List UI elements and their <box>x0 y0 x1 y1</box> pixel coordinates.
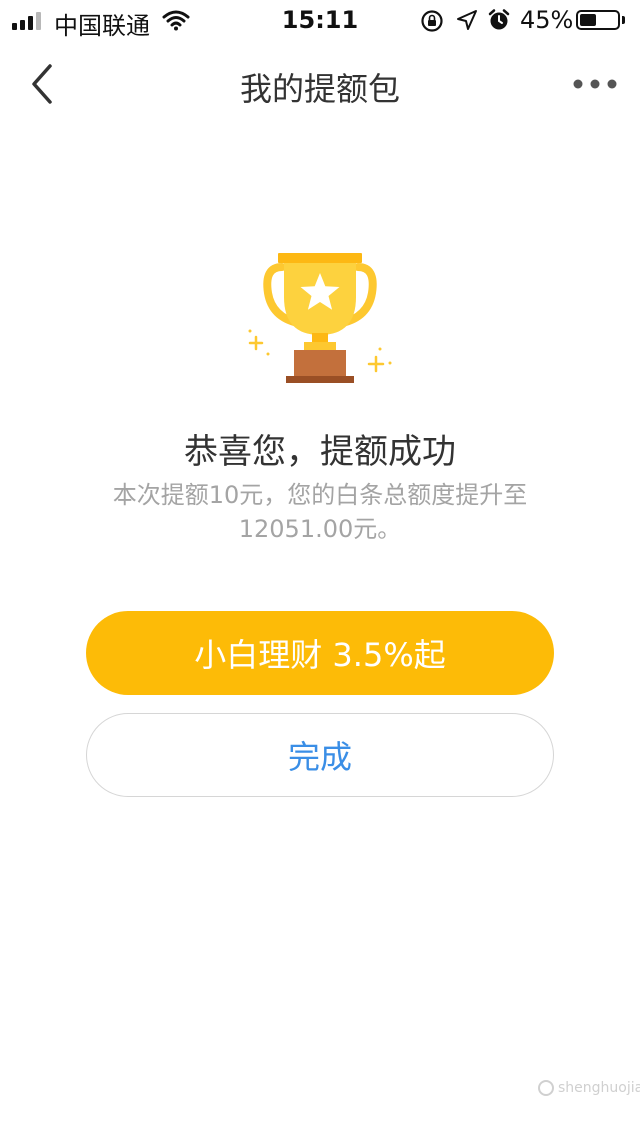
success-description: 本次提额10元，您的白条总额度提升至12051.00元。 <box>112 481 528 543</box>
battery-cap <box>622 16 625 24</box>
watermark-logo-icon <box>538 1080 554 1096</box>
success-title: 恭喜您，提额成功 <box>184 432 456 472</box>
page-title: 我的提额包 <box>239 70 400 108</box>
watermark: shenghuojiaxin <box>538 1080 640 1096</box>
trophy-icon <box>248 253 392 383</box>
screen: 中国联通 15:11 45% 我的提额包 恭喜您，提额成功 本次提额10元，您的… <box>0 0 640 1136</box>
done-button[interactable]: 完成 <box>86 713 554 797</box>
status-bar: 中国联通 15:11 45% <box>0 0 640 40</box>
rotation-lock-icon <box>421 10 443 32</box>
more-button[interactable] <box>570 72 620 96</box>
wealth-management-button[interactable]: 小白理财 3.5%起 <box>86 611 554 695</box>
battery-percent: 45% <box>520 6 574 34</box>
location-arrow-icon <box>457 10 477 30</box>
nav-bar: 我的提额包 <box>0 44 640 124</box>
watermark-text: shenghuojiaxin <box>558 1080 640 1096</box>
alarm-icon <box>488 9 510 30</box>
battery-icon <box>576 10 620 30</box>
battery-fill <box>580 14 596 26</box>
more-dots-icon <box>573 79 617 89</box>
